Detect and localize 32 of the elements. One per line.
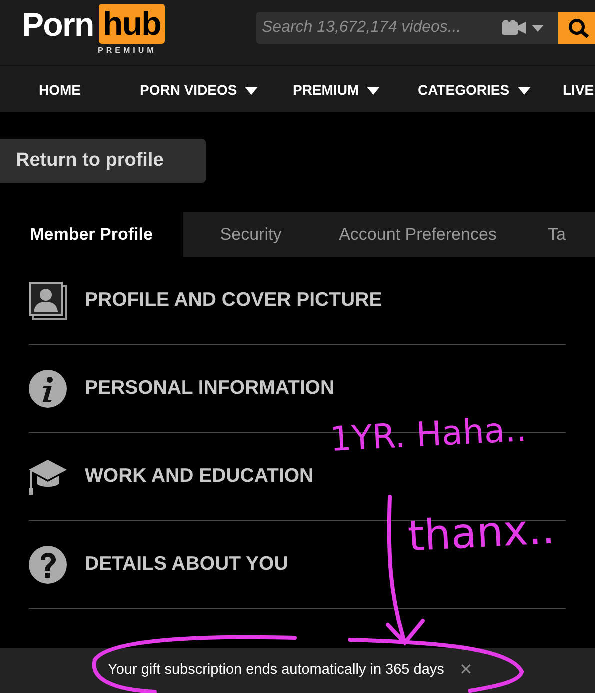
section-link[interactable]: PROFILE AND COVER PICTURE (85, 286, 382, 316)
nav-link[interactable]: CATEGORIES (418, 80, 531, 101)
tab[interactable]: Member Profile (0, 212, 183, 257)
logo-badge: hub (99, 4, 165, 44)
graduation-cap-icon (29, 458, 67, 496)
video-camera-icon (502, 20, 526, 36)
logo-subtitle: PREMIUM (98, 45, 157, 57)
portrait-icon (29, 282, 67, 320)
logo-text: Porn (22, 8, 94, 41)
nav-link[interactable]: PREMIUM (293, 80, 380, 101)
question-icon (29, 546, 67, 584)
search-bar[interactable]: Search 13,672,174 videos... (256, 12, 558, 44)
logo[interactable]: Porn hub PREMIUM (22, 4, 162, 56)
section-link[interactable]: DETAILS ABOUT YOU (85, 550, 288, 580)
info-icon (29, 370, 67, 408)
handwritten-note: thanx.. (407, 508, 556, 558)
tab[interactable]: Security (183, 212, 319, 257)
caret-icon[interactable] (532, 24, 544, 32)
notice-text: Your gift subscription ends automatically in 365 days (108, 660, 444, 680)
tab[interactable]: Ta (517, 212, 595, 257)
nav-link[interactable]: PORN VIDEOS (140, 80, 258, 101)
handwritten-note: 1YR. Haha.. (329, 412, 528, 458)
section-link[interactable]: WORK AND EDUCATION (85, 462, 314, 492)
return-button[interactable]: Return to profile (0, 139, 206, 183)
close-button[interactable]: ✕ (459, 658, 472, 682)
search-icon (568, 18, 590, 38)
section-link[interactable]: PERSONAL INFORMATION (85, 374, 335, 404)
search-button[interactable] (558, 12, 595, 44)
tab[interactable]: Account Preferences (319, 212, 517, 257)
nav-link[interactable]: HOME (39, 80, 81, 101)
nav-link[interactable]: LIVE (563, 80, 594, 101)
search-field[interactable]: Search 13,672,174 videos... (262, 16, 472, 40)
